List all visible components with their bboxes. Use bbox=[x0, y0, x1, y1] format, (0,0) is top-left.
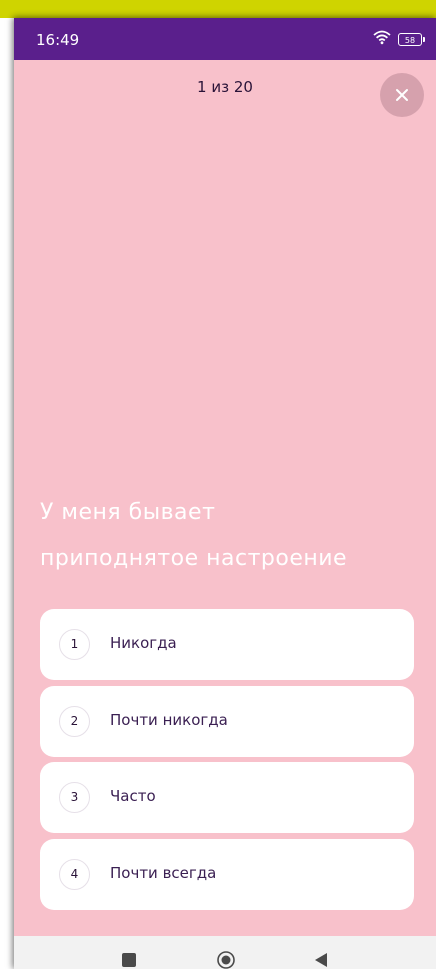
answer-option-2[interactable]: 2 Почти никогда bbox=[40, 686, 414, 757]
answer-option-4[interactable]: 4 Почти всегда bbox=[40, 839, 414, 910]
navigation-bar bbox=[14, 936, 436, 969]
answer-label: Почти всегда bbox=[110, 864, 217, 882]
home-icon[interactable] bbox=[217, 951, 235, 969]
status-time: 16:49 bbox=[36, 31, 80, 49]
answer-number: 1 bbox=[59, 629, 90, 660]
phone-screen: 16:49 58 1 из 20 У меня бывает приподнят… bbox=[14, 18, 436, 969]
question-line-1: У меня бывает bbox=[40, 500, 216, 525]
recents-icon[interactable] bbox=[122, 953, 136, 967]
close-icon bbox=[396, 89, 408, 101]
status-icons: 58 bbox=[372, 29, 425, 49]
question-text: У меня бывает приподнятое настроение bbox=[40, 490, 420, 582]
answer-number: 2 bbox=[59, 706, 90, 737]
question-progress: 1 из 20 bbox=[197, 78, 253, 96]
back-icon[interactable] bbox=[314, 952, 328, 969]
wifi-icon bbox=[372, 29, 392, 49]
status-bar: 16:49 58 bbox=[14, 18, 436, 60]
answer-option-3[interactable]: 3 Часто bbox=[40, 762, 414, 833]
battery-icon: 58 bbox=[398, 32, 425, 46]
answer-label: Никогда bbox=[110, 634, 177, 652]
quiz-screen: 1 из 20 У меня бывает приподнятое настро… bbox=[14, 60, 436, 936]
answer-number: 3 bbox=[59, 782, 90, 813]
answer-label: Часто bbox=[110, 787, 156, 805]
answer-number: 4 bbox=[59, 859, 90, 890]
question-line-2: приподнятое настроение bbox=[40, 546, 348, 571]
close-button[interactable] bbox=[380, 73, 424, 117]
answer-option-1[interactable]: 1 Никогда bbox=[40, 609, 414, 680]
answer-label: Почти никогда bbox=[110, 711, 228, 729]
top-accent-strip bbox=[0, 0, 436, 18]
battery-level: 58 bbox=[404, 35, 416, 45]
